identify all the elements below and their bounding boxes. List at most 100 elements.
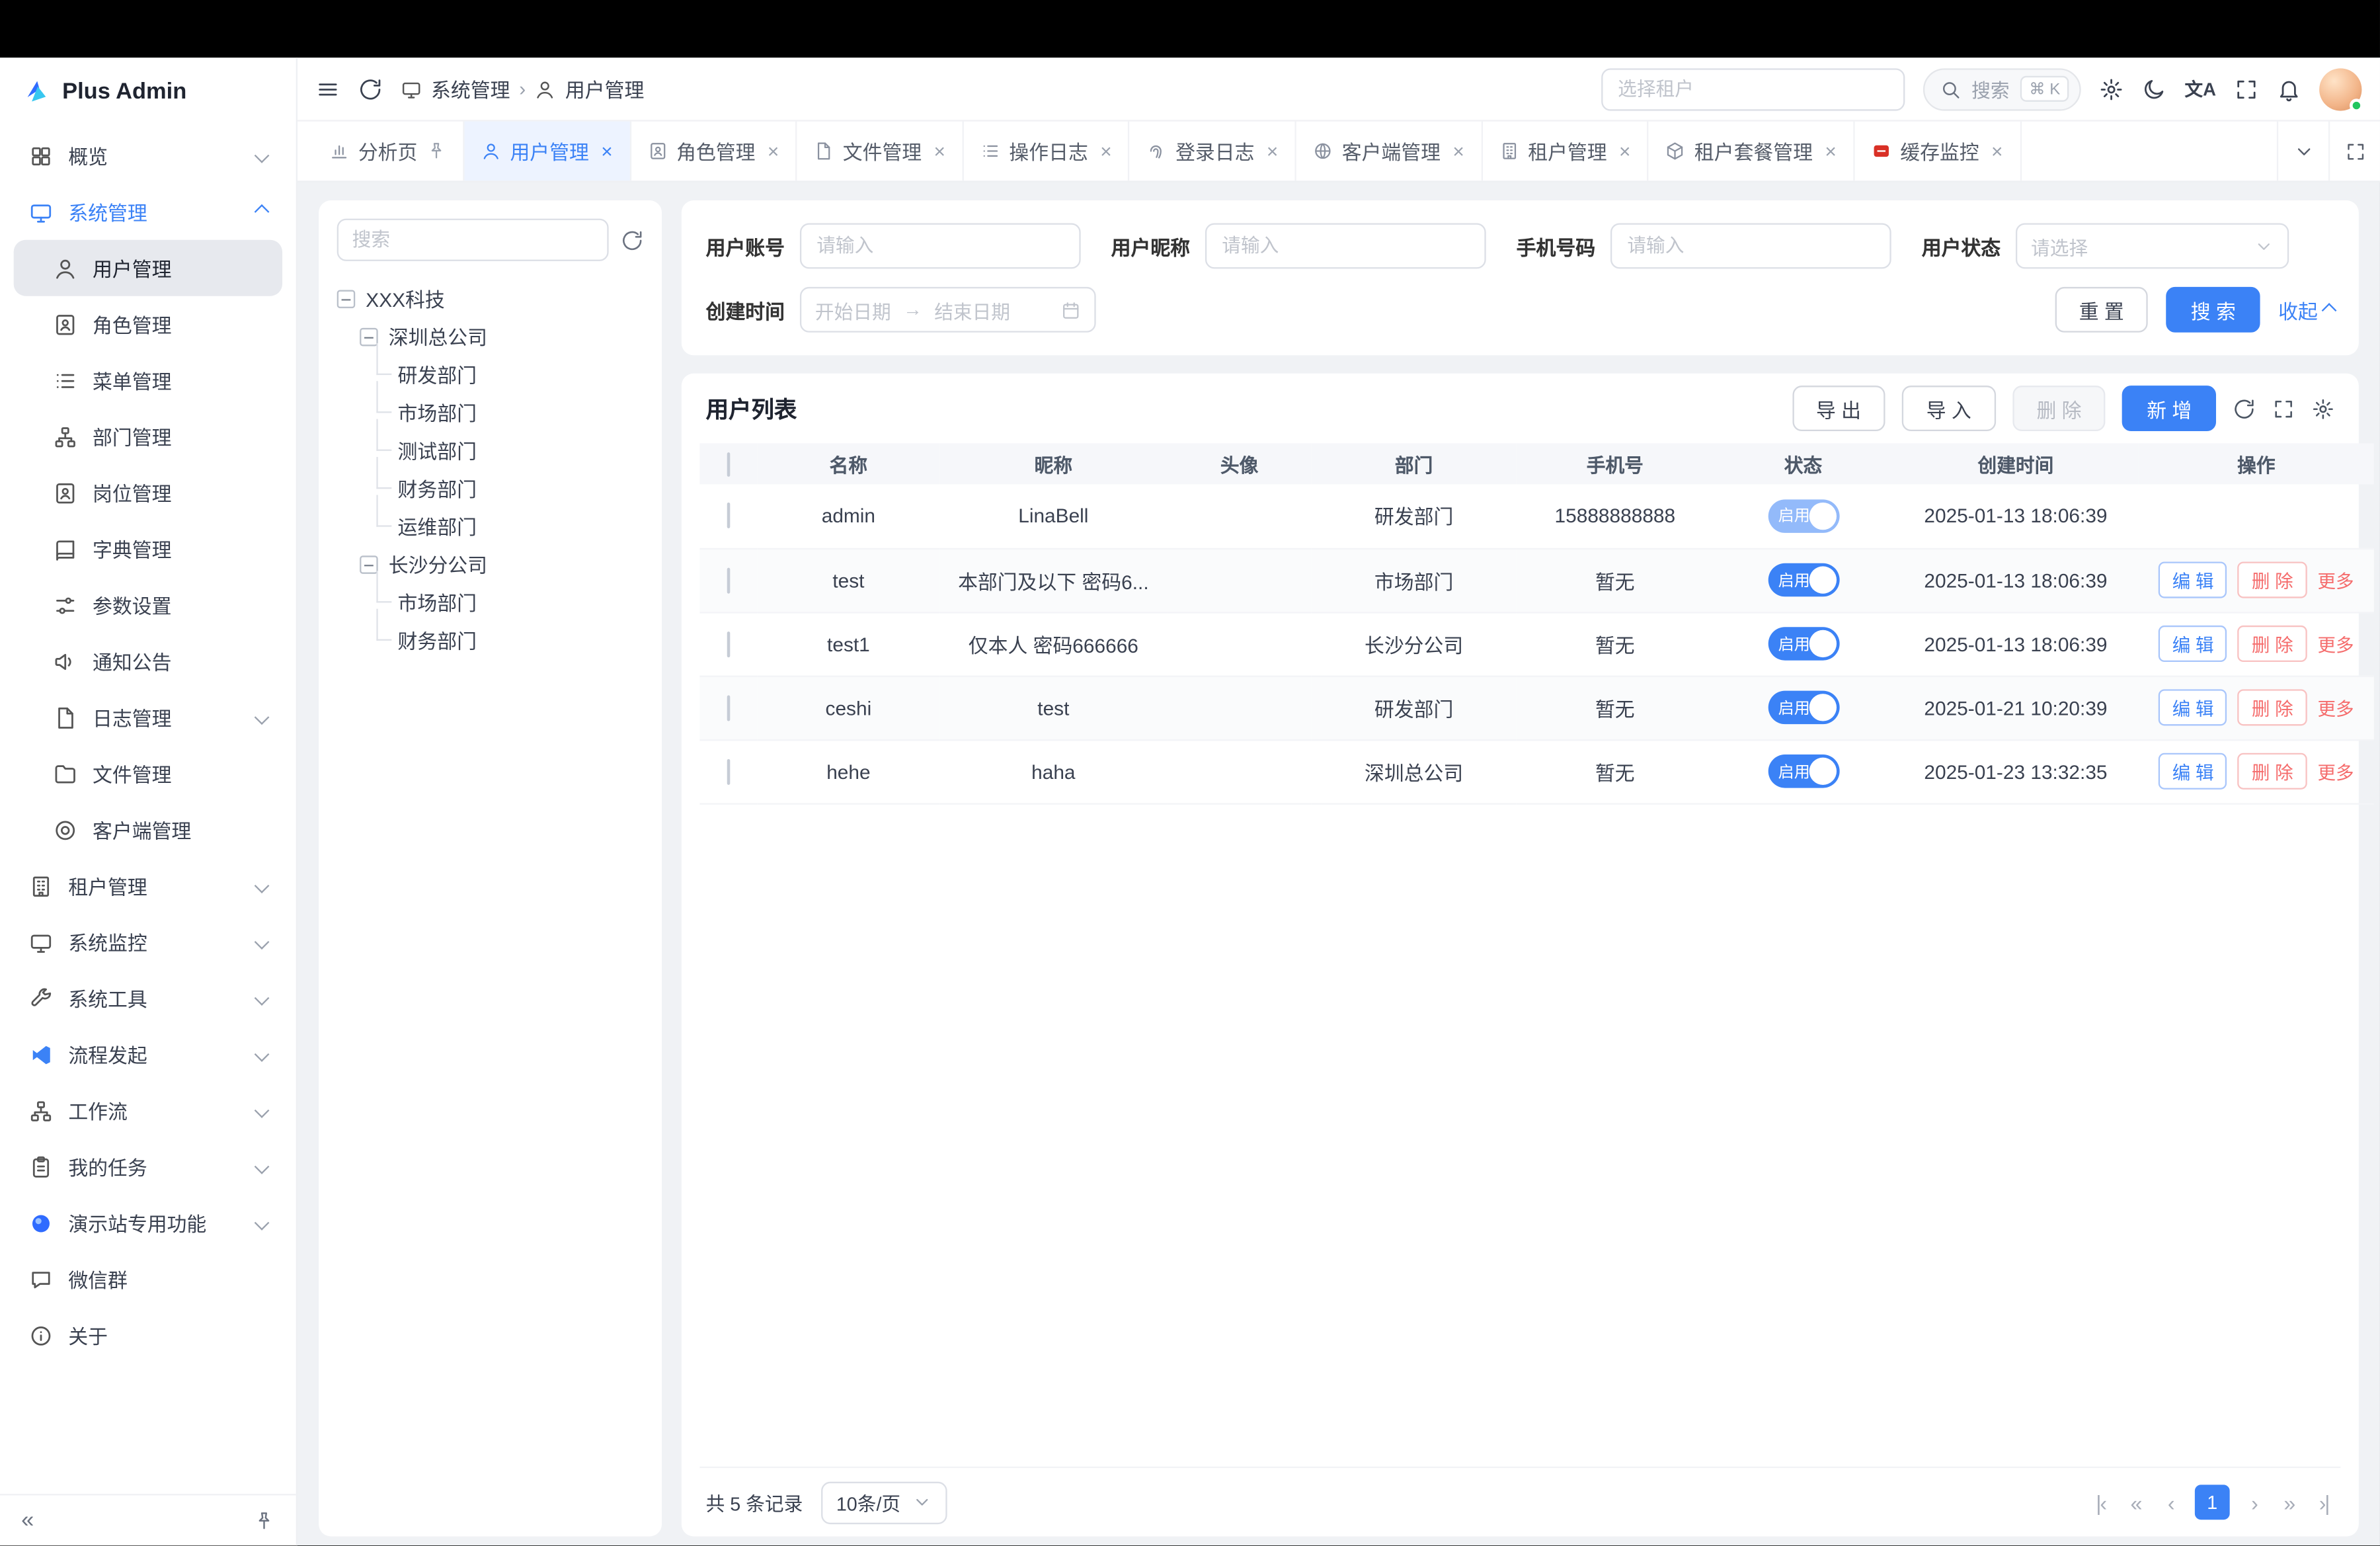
row-checkbox[interactable] [727,567,731,593]
tab-operation-log[interactable]: 操作日志 × [964,122,1130,181]
content-fullscreen-button[interactable] [2328,122,2380,181]
breadcrumb-page[interactable]: 用户管理 [565,74,644,103]
delete-button[interactable]: 删 除 [2012,386,2106,431]
status-toggle[interactable]: 启用 [1768,627,1839,661]
close-icon[interactable]: × [768,142,779,161]
sidebar-item-parameter-settings[interactable]: 参数设置 [14,577,282,633]
search-button[interactable]: 搜 索 [2166,287,2260,333]
fullscreen-button[interactable] [2235,77,2259,101]
sidebar-item-system-monitor[interactable]: 系统监控 [14,914,282,970]
last-page-button[interactable]: ›| [2313,1490,2334,1514]
sidebar-item-demo-features[interactable]: 演示站专用功能 [14,1195,282,1251]
tab-login-log[interactable]: 登录日志 × [1130,122,1296,181]
tree-node-dept[interactable]: 财务部门 [337,621,644,659]
tree-collapse-toggle[interactable] [360,555,378,573]
sidebar-item-notice-announcement[interactable]: 通知公告 [14,633,282,689]
sidebar-item-wechat-group[interactable]: 微信群 [14,1251,282,1307]
edit-button[interactable]: 编 辑 [2159,753,2227,790]
tab-role-management[interactable]: 角色管理 × [631,122,797,181]
tree-node-company[interactable]: XXX科技 [337,279,644,317]
tree-refresh-button[interactable] [621,229,643,251]
refresh-page-button[interactable] [358,77,383,101]
sidebar-item-my-tasks[interactable]: 我的任务 [14,1139,282,1195]
dark-mode-button[interactable] [2142,77,2166,101]
user-avatar[interactable] [2319,67,2361,110]
delete-row-button[interactable]: 删 除 [2238,689,2307,725]
sidebar-item-file-management[interactable]: 文件管理 [14,745,282,801]
close-icon[interactable]: × [1100,142,1111,161]
close-icon[interactable]: × [1825,142,1836,161]
tenant-select-input[interactable] [1601,67,1905,110]
edit-button[interactable]: 编 辑 [2159,689,2227,725]
tab-tenant-package-management[interactable]: 租户套餐管理 × [1649,122,1854,181]
table-fullscreen-button[interactable] [2272,397,2295,419]
current-page[interactable]: 1 [2195,1485,2230,1520]
row-checkbox[interactable] [727,631,731,657]
sidebar-item-role-management[interactable]: 角色管理 [14,296,282,352]
tab-cache-monitor[interactable]: 缓存监控 × [1854,122,2021,181]
sidebar-item-client-management[interactable]: 客户端管理 [14,801,282,858]
close-icon[interactable]: × [601,142,612,161]
sidebar-item-overview[interactable]: 概览 [14,128,282,184]
phone-input[interactable] [1610,223,1891,268]
close-icon[interactable]: × [1452,142,1464,161]
edit-button[interactable]: 编 辑 [2159,626,2227,662]
sidebar-item-user-management[interactable]: 用户管理 [14,240,282,296]
delete-row-button[interactable]: 删 除 [2238,626,2307,662]
status-toggle[interactable]: 启用 [1768,563,1839,597]
sidebar-item-about[interactable]: 关于 [14,1307,282,1363]
edit-button[interactable]: 编 辑 [2159,561,2227,598]
date-range-picker[interactable]: 开始日期 → 结束日期 [800,287,1096,333]
sidebar-collapse-button[interactable]: « [21,1509,34,1531]
global-search-button[interactable]: 搜索 ⌘ K [1923,67,2082,110]
first-page-button[interactable]: |‹ [2090,1490,2111,1514]
close-icon[interactable]: × [1991,142,2003,161]
row-checkbox[interactable] [727,694,731,720]
table-refresh-button[interactable] [2233,397,2255,419]
sidebar-item-log-management[interactable]: 日志管理 [14,689,282,745]
tab-analysis[interactable]: 分析页 [313,122,465,181]
language-button[interactable]: 文A [2185,76,2216,102]
tree-node-dept[interactable]: 运维部门 [337,507,644,545]
tab-client-management[interactable]: 客户端管理 × [1296,122,1482,181]
status-toggle[interactable]: 启用 [1768,499,1839,533]
select-all-checkbox[interactable] [727,452,731,476]
row-checkbox[interactable] [727,758,731,784]
breadcrumb-system[interactable]: 系统管理 [431,74,510,103]
forward-pages-button[interactable]: » [2278,1490,2299,1514]
more-actions-button[interactable]: 更多 [2317,631,2354,657]
add-button[interactable]: 新 增 [2123,386,2216,431]
tab-tenant-management[interactable]: 租户管理 × [1482,122,1649,181]
import-button[interactable]: 导 入 [1902,386,1995,431]
more-actions-button[interactable]: 更多 [2317,567,2354,593]
settings-button[interactable] [2100,77,2124,101]
sidebar-item-menu-management[interactable]: 菜单管理 [14,352,282,409]
sidebar-item-dictionary-management[interactable]: 字典管理 [14,520,282,577]
collapse-filters-link[interactable]: 收起 [2278,296,2334,325]
delete-row-button[interactable]: 删 除 [2238,561,2307,598]
page-size-select[interactable]: 10条/页 [821,1481,947,1524]
sidebar-item-process-initiation[interactable]: 流程发起 [14,1026,282,1082]
prev-page-button[interactable]: ‹ [2160,1490,2181,1514]
row-checkbox[interactable] [727,503,731,529]
nickname-input[interactable] [1205,223,1486,268]
sidebar-item-system-tools[interactable]: 系统工具 [14,970,282,1026]
table-settings-button[interactable] [2312,397,2334,419]
notifications-button[interactable] [2277,77,2301,101]
status-toggle[interactable]: 启用 [1768,754,1839,788]
sidebar-item-department-management[interactable]: 部门管理 [14,409,282,465]
sidebar-toggle-button[interactable] [316,77,340,101]
status-toggle[interactable]: 启用 [1768,691,1839,725]
reset-button[interactable]: 重 置 [2055,287,2148,333]
more-actions-button[interactable]: 更多 [2317,758,2354,784]
sidebar-item-position-management[interactable]: 岗位管理 [14,465,282,521]
account-input[interactable] [800,223,1081,268]
status-select[interactable]: 请选择 [2016,223,2289,268]
more-actions-button[interactable]: 更多 [2317,694,2354,720]
export-button[interactable]: 导 出 [1792,386,1885,431]
sidebar-pin-button[interactable] [253,1510,274,1531]
close-icon[interactable]: × [934,142,945,161]
tree-collapse-toggle[interactable] [337,289,356,307]
close-icon[interactable]: × [1619,142,1630,161]
tab-user-management[interactable]: 用户管理 × [465,122,631,181]
